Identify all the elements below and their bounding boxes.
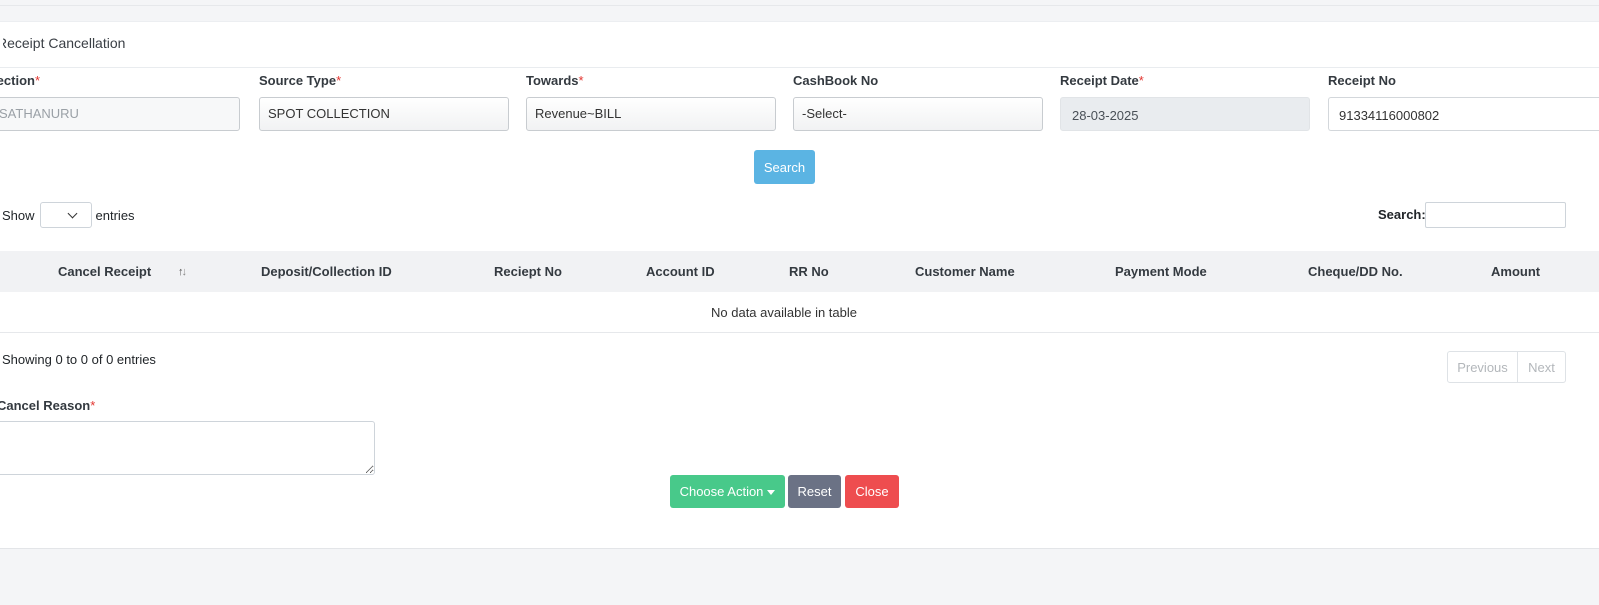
search-button[interactable]: Search: [754, 150, 815, 184]
reset-button[interactable]: Reset: [788, 475, 841, 508]
source-type-label: Source Type*: [259, 73, 342, 88]
empty-table-message: No data available in table: [711, 305, 857, 320]
card-header: Receipt Cancellation: [0, 22, 1599, 68]
column-cheque-dd-no[interactable]: Cheque/DD No.: [1308, 264, 1403, 279]
choose-action-label: Choose Action: [679, 484, 764, 499]
show-label: Show: [2, 207, 35, 223]
page-title: Receipt Cancellation: [0, 35, 126, 51]
choose-action-button[interactable]: Choose Action: [670, 475, 785, 508]
close-button[interactable]: Close: [845, 475, 899, 508]
towards-select[interactable]: Revenue~BILL: [526, 97, 776, 131]
column-payment-mode[interactable]: Payment Mode: [1115, 264, 1207, 279]
entries-label: entries: [95, 207, 135, 223]
section-select: SATHANURU: [0, 97, 240, 131]
table-header: Cancel Receipt ↑↓ Deposit/Collection ID …: [0, 251, 1599, 292]
cancel-reason-label: Cancel Reason*: [0, 398, 96, 413]
previous-page-button[interactable]: Previous: [1447, 351, 1518, 383]
source-type-select[interactable]: SPOT COLLECTION: [259, 97, 509, 131]
receipt-date-label: Receipt Date*: [1060, 73, 1144, 88]
column-amount[interactable]: Amount: [1491, 264, 1540, 279]
cashbook-no-select[interactable]: -Select-: [793, 97, 1043, 131]
receipt-no-input[interactable]: 91334116000802: [1328, 97, 1599, 131]
receipt-no-label: Receipt No: [1328, 73, 1396, 88]
caret-down-icon: [767, 489, 776, 495]
column-reciept-no[interactable]: Reciept No: [494, 264, 562, 279]
column-cancel-receipt[interactable]: Cancel Receipt: [58, 264, 151, 279]
cancel-reason-textarea[interactable]: [0, 421, 375, 475]
column-customer-name[interactable]: Customer Name: [915, 264, 1015, 279]
table-search-input[interactable]: [1425, 202, 1566, 228]
chevron-down-icon: [67, 208, 77, 219]
cashbook-no-label: CashBook No: [793, 73, 879, 88]
sort-both-icon[interactable]: ↑↓: [178, 266, 187, 278]
page-length-select[interactable]: [39, 202, 92, 228]
table-info: Showing 0 to 0 of 0 entries: [2, 352, 156, 367]
table-row: No data available in table: [0, 292, 1599, 333]
column-rr-no[interactable]: RR No: [789, 264, 829, 279]
next-page-button[interactable]: Next: [1518, 351, 1566, 383]
receipt-date-field: 28-03-2025: [1060, 97, 1310, 131]
column-deposit-collection-id[interactable]: Deposit/Collection ID: [261, 264, 392, 279]
page-length-control: Show entries: [2, 202, 135, 228]
towards-label: Towards*: [526, 73, 584, 88]
column-account-id[interactable]: Account ID: [646, 264, 715, 279]
section-label: Section*: [0, 73, 41, 88]
top-strip: [0, 0, 1599, 6]
pagination: Previous Next: [1447, 351, 1566, 383]
table-search-label: Search:: [1378, 207, 1426, 222]
